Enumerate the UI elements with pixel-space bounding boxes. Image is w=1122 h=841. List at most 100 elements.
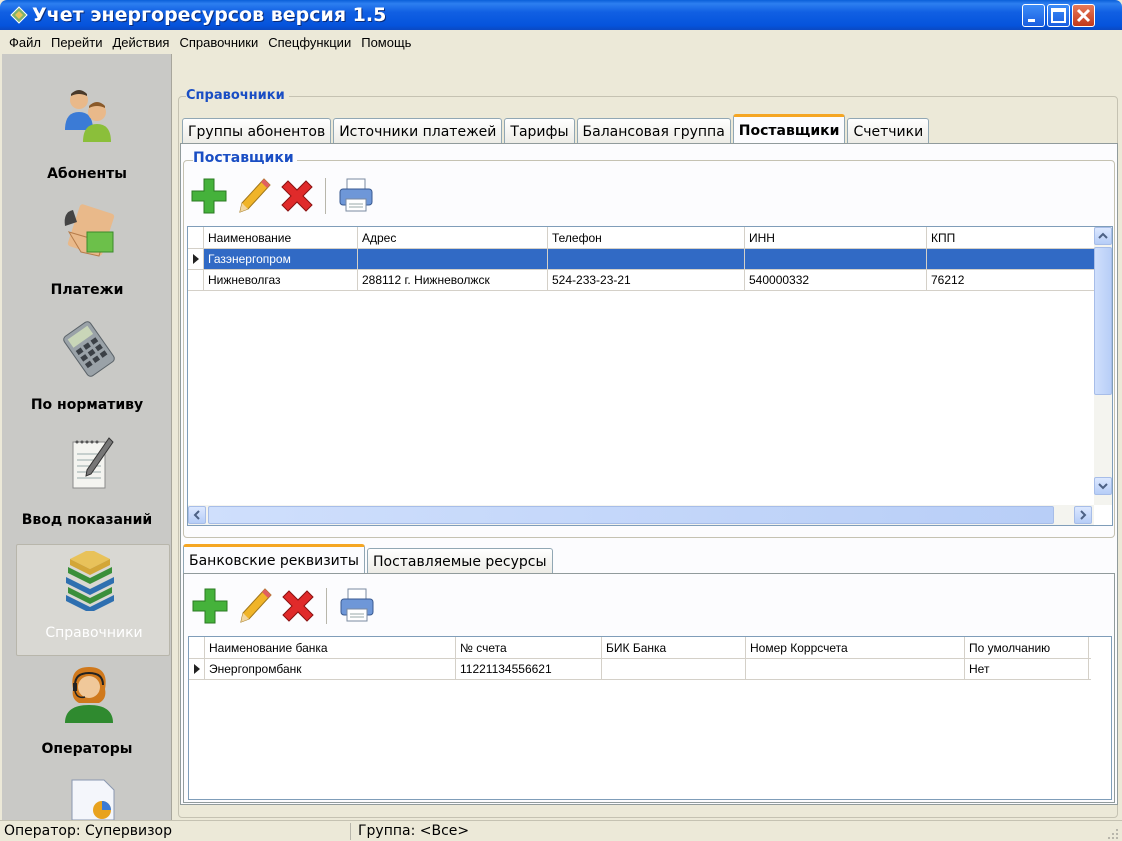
printer-icon	[339, 178, 373, 212]
close-button[interactable]	[1072, 4, 1095, 27]
nav-item-subscribers[interactable]: Абоненты	[2, 54, 171, 194]
tab-suppliers[interactable]: Поставщики	[732, 114, 846, 144]
cell-account[interactable]: 11221134556621	[456, 659, 602, 679]
users-icon	[65, 90, 111, 142]
column-header-inn[interactable]: ИНН	[745, 227, 927, 248]
current-row-indicator	[189, 659, 205, 679]
maximize-button[interactable]	[1047, 4, 1070, 27]
chevron-left-icon	[193, 510, 200, 520]
toolbar-separator	[326, 588, 327, 624]
menu-help[interactable]: Помощь	[356, 35, 416, 50]
cell-bank-name[interactable]: Энергопромбанк	[205, 659, 456, 679]
menu-actions[interactable]: Действия	[107, 35, 174, 50]
scroll-right-button[interactable]	[1074, 506, 1092, 524]
scroll-left-button[interactable]	[188, 506, 206, 524]
nav-label-operators: Операторы	[41, 741, 133, 757]
horizontal-scroll-thumb[interactable]	[208, 506, 1054, 524]
add-icon	[191, 178, 227, 214]
supplier-details-tabs: Банковские реквизиты Поставляемые ресурс…	[183, 540, 555, 574]
menu-go[interactable]: Перейти	[46, 35, 108, 50]
print-suppliers-button[interactable]	[334, 174, 378, 218]
column-header-corr-account[interactable]: Номер Коррсчета	[746, 637, 965, 658]
add-bank-button[interactable]	[188, 584, 232, 628]
column-header-account[interactable]: № счета	[456, 637, 602, 658]
column-header-address[interactable]: Адрес	[358, 227, 548, 248]
title-bar: Учет энергоресурсов версия 1.5	[0, 0, 1122, 30]
nav-item-payments[interactable]: Платежи	[2, 194, 171, 309]
cell-phone[interactable]	[548, 249, 745, 269]
suppliers-grid-header: Наименование Адрес Телефон ИНН КПП	[188, 227, 1094, 249]
minimize-icon	[1028, 19, 1035, 22]
cell-default[interactable]: Нет	[965, 659, 1089, 679]
suppliers-horizontal-scrollbar[interactable]	[188, 505, 1094, 525]
bank-details-panel: Наименование банка № счета БИК Банка Ном…	[183, 573, 1115, 803]
column-header-phone[interactable]: Телефон	[548, 227, 745, 248]
nav-item-readings[interactable]: Ввод показаний	[2, 424, 171, 539]
vertical-scroll-thumb[interactable]	[1094, 247, 1112, 395]
tab-balance-group[interactable]: Балансовая группа	[576, 118, 731, 144]
nav-label-references: Справочники	[45, 625, 143, 641]
status-group: Группа: <Все>	[358, 823, 470, 839]
nav-label-by-norm: По нормативу	[30, 397, 144, 413]
cell-name[interactable]: Нижневолгаз	[204, 270, 358, 290]
cell-address[interactable]	[358, 249, 548, 269]
delete-supplier-button[interactable]	[275, 174, 319, 218]
tab-meters[interactable]: Счетчики	[847, 118, 930, 144]
tab-supplied-resources[interactable]: Поставляемые ресурсы	[366, 548, 553, 574]
delete-icon	[282, 590, 314, 622]
resize-grip-icon[interactable]	[1106, 827, 1120, 841]
cell-inn[interactable]: 540000332	[745, 270, 927, 290]
cell-kpp[interactable]: 76212	[927, 270, 1089, 290]
column-header-default[interactable]: По умолчанию	[965, 637, 1089, 658]
suppliers-tab-panel: Поставщики Наименование Адрес Телефон ИН…	[180, 143, 1118, 805]
current-row-indicator	[188, 249, 204, 269]
tab-subscriber-groups[interactable]: Группы абонентов	[182, 118, 332, 144]
notepad-pencil-icon	[72, 437, 114, 489]
bank-grid: Наименование банка № счета БИК Банка Ном…	[188, 636, 1112, 800]
cell-corr-account[interactable]	[746, 659, 965, 679]
nav-item-by-norm[interactable]: По нормативу	[2, 309, 171, 424]
scroll-down-button[interactable]	[1094, 477, 1112, 495]
table-row[interactable]: Газэнергопром	[188, 249, 1094, 270]
nav-label-readings: Ввод показаний	[21, 512, 153, 528]
column-header-kpp[interactable]: КПП	[927, 227, 1089, 248]
table-row[interactable]: Нижневолгаз 288112 г. Нижневолжск 524-23…	[188, 270, 1094, 291]
add-supplier-button[interactable]	[187, 174, 231, 218]
menu-special[interactable]: Спецфункции	[263, 35, 356, 50]
tab-payment-sources[interactable]: Источники платежей	[333, 118, 503, 144]
minimize-button[interactable]	[1022, 4, 1045, 27]
maximize-icon	[1051, 8, 1066, 23]
print-bank-button[interactable]	[335, 584, 379, 628]
menu-file[interactable]: Файл	[4, 35, 46, 50]
suppliers-vertical-scrollbar[interactable]	[1094, 227, 1112, 505]
cell-address[interactable]: 288112 г. Нижневолжск	[358, 270, 548, 290]
suppliers-toolbar	[187, 172, 378, 220]
reference-tabs: Группы абонентов Источники платежей Тари…	[182, 110, 931, 144]
menu-references[interactable]: Справочники	[174, 35, 263, 50]
cell-kpp[interactable]	[927, 249, 1089, 269]
payment-hand-icon	[64, 204, 115, 257]
toolbar-separator	[325, 178, 326, 214]
status-divider	[350, 823, 351, 840]
table-row[interactable]: Энергопромбанк 11221134556621 Нет	[189, 659, 1091, 680]
cell-inn[interactable]	[745, 249, 927, 269]
column-header-name[interactable]: Наименование	[204, 227, 358, 248]
nav-item-operators[interactable]: Операторы	[2, 659, 171, 779]
tab-tariffs[interactable]: Тарифы	[504, 118, 575, 144]
edit-bank-button[interactable]	[232, 584, 276, 628]
delete-bank-button[interactable]	[276, 584, 320, 628]
tab-bank-details[interactable]: Банковские реквизиты	[183, 544, 365, 574]
menu-bar: Файл Перейти Действия Справочники Спецфу…	[0, 30, 1122, 54]
nav-item-references[interactable]: Справочники	[16, 544, 170, 656]
cell-bik[interactable]	[602, 659, 746, 679]
scroll-up-button[interactable]	[1094, 227, 1112, 245]
printer-icon	[340, 588, 374, 622]
cell-phone[interactable]: 524-233-23-21	[548, 270, 745, 290]
column-header-bik[interactable]: БИК Банка	[602, 637, 746, 658]
column-header-bank-name[interactable]: Наименование банка	[205, 637, 456, 658]
cell-name[interactable]: Газэнергопром	[204, 249, 358, 269]
edit-supplier-button[interactable]	[231, 174, 275, 218]
nav-label-subscribers: Абоненты	[47, 166, 127, 182]
suppliers-grid: Наименование Адрес Телефон ИНН КПП Газэн…	[187, 226, 1113, 526]
window-title: Учет энергоресурсов версия 1.5	[32, 4, 387, 26]
